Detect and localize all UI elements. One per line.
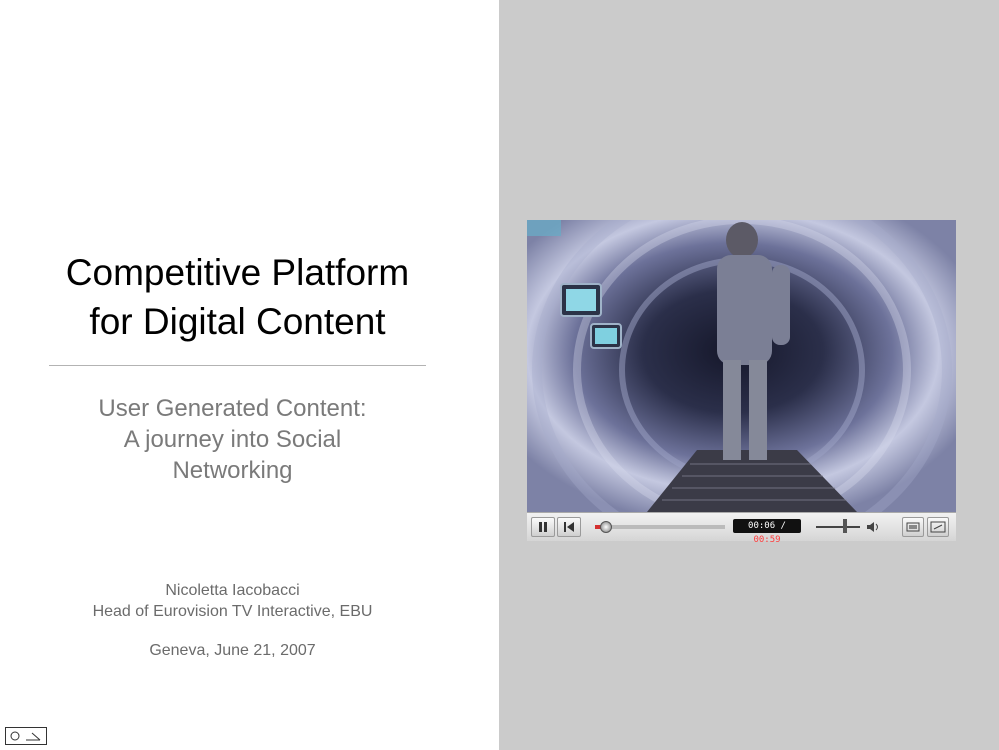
presentation-date: Geneva, June 21, 2007 xyxy=(149,642,316,659)
slide-subtitle-line-1: User Generated Content: xyxy=(98,395,367,422)
fullscreen-icon xyxy=(930,521,946,533)
fullscreen-button[interactable] xyxy=(927,517,949,537)
slide-subtitle-line-3: Networking xyxy=(172,457,293,484)
title-divider xyxy=(49,365,426,366)
time-separator: / xyxy=(775,521,786,531)
time-total: 00:59 xyxy=(753,535,781,545)
normal-size-button[interactable] xyxy=(902,517,924,537)
window-icon xyxy=(906,522,920,532)
slide-title: Competitive Platform for Digital Content xyxy=(20,248,455,346)
author-role: Head of Eurovision TV Interactive, EBU xyxy=(92,603,373,620)
player-controls: 00:06 / 00:59 xyxy=(527,512,956,545)
title-slide-panel: Competitive Platform for Digital Content… xyxy=(0,0,499,750)
slide-subtitle: User Generated Content: A journey into S… xyxy=(40,393,425,486)
time-current: 00:06 xyxy=(748,521,776,531)
rewind-button[interactable] xyxy=(557,517,581,537)
author-block: Nicoletta Iacobacci Head of Eurovision T… xyxy=(40,580,425,622)
pause-icon xyxy=(539,522,547,532)
embedded-video-player[interactable]: 00:06 / 00:59 xyxy=(527,220,956,545)
volume-handle[interactable] xyxy=(842,519,847,533)
volume-slider[interactable] xyxy=(816,526,860,528)
pause-button[interactable] xyxy=(531,517,555,537)
time-display: 00:06 / 00:59 xyxy=(733,519,801,545)
video-frame[interactable] xyxy=(527,220,956,512)
progress-handle[interactable] xyxy=(600,521,613,533)
author-name: Nicoletta Iacobacci xyxy=(165,582,300,599)
slide-title-line-1: Competitive Platform xyxy=(65,252,410,293)
pdf-navigation-icon[interactable] xyxy=(5,727,47,745)
speaker-icon[interactable] xyxy=(865,518,881,541)
progress-bar[interactable] xyxy=(595,521,725,533)
slide-subtitle-line-2: A journey into Social xyxy=(123,426,342,453)
slide-title-line-2: for Digital Content xyxy=(89,301,386,342)
skip-back-icon xyxy=(564,522,574,532)
